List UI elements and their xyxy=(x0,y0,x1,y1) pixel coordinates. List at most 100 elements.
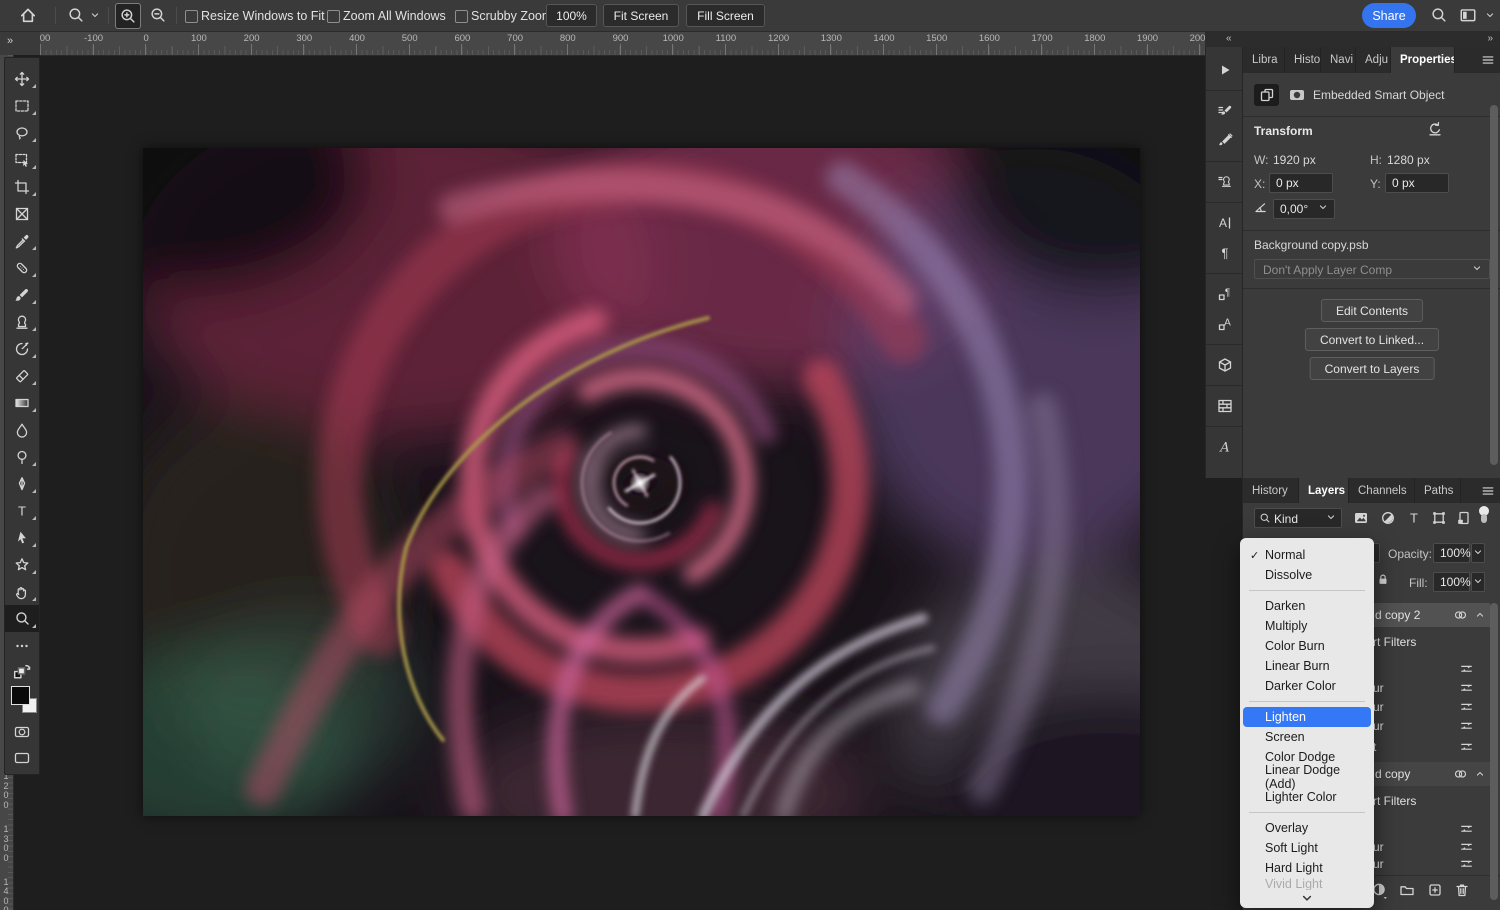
brush-tool[interactable] xyxy=(5,281,39,308)
eyedropper-tool[interactable] xyxy=(5,227,39,254)
blend-mode-item-color-burn[interactable]: Color Burn xyxy=(1243,636,1371,656)
delete-layer-button[interactable] xyxy=(1454,882,1470,898)
blend-mode-item-vivid-light[interactable]: Vivid Light xyxy=(1243,878,1371,890)
zoom-level-field[interactable]: 100% xyxy=(546,4,597,27)
collapse-chevron-icon[interactable] xyxy=(1474,768,1486,780)
edit-contents-button[interactable]: Edit Contents xyxy=(1321,299,1423,322)
zoom-tool[interactable] xyxy=(5,605,39,632)
blend-mode-item-lighter-color[interactable]: Lighter Color xyxy=(1243,787,1371,807)
brush-settings-panel-icon[interactable] xyxy=(1206,96,1243,126)
path-selection-tool[interactable] xyxy=(5,524,39,551)
reset-transform-icon[interactable] xyxy=(1427,121,1443,137)
pattern-preview-panel-icon[interactable] xyxy=(1206,391,1243,421)
paragraph-panel-icon[interactable]: ¶ xyxy=(1206,238,1243,268)
character-styles-panel-icon[interactable]: A xyxy=(1206,309,1243,339)
crop-tool[interactable] xyxy=(5,173,39,200)
tab-history[interactable]: History xyxy=(1243,478,1299,503)
menu-scroll-down[interactable] xyxy=(1240,890,1374,905)
tab-channels[interactable]: Channels xyxy=(1349,478,1415,503)
new-layer-button[interactable] xyxy=(1427,882,1443,898)
convert-to-linked-button[interactable]: Convert to Linked... xyxy=(1305,328,1439,351)
opacity-field[interactable]: 100% xyxy=(1433,543,1470,563)
mask-icon[interactable] xyxy=(1284,84,1309,106)
layers-scrollbar[interactable] xyxy=(1490,603,1498,900)
properties-scrollbar[interactable] xyxy=(1490,105,1498,465)
smart-filter-badge-icon[interactable] xyxy=(1453,608,1468,622)
lasso-tool[interactable] xyxy=(5,119,39,146)
blend-mode-item-overlay[interactable]: Overlay xyxy=(1243,818,1371,838)
fill-screen-button[interactable]: Fill Screen xyxy=(686,4,765,27)
object-selection-tool[interactable] xyxy=(5,146,39,173)
blend-mode-item-darken[interactable]: Darken xyxy=(1243,596,1371,616)
convert-to-layers-button[interactable]: Convert to Layers xyxy=(1310,357,1435,380)
new-group-button[interactable] xyxy=(1399,882,1415,898)
character-panel-icon[interactable]: A xyxy=(1206,208,1243,238)
tab-layers[interactable]: Layers xyxy=(1299,478,1349,503)
y-field[interactable]: 0 px xyxy=(1385,173,1449,193)
blend-mode-item-soft-light[interactable]: Soft Light xyxy=(1243,838,1371,858)
tool-preset-chevron-icon[interactable] xyxy=(88,3,102,27)
fill-field[interactable]: 100% xyxy=(1433,572,1470,592)
clone-stamp-tool[interactable] xyxy=(5,308,39,335)
filter-adjustment-button[interactable] xyxy=(1380,510,1396,526)
checkbox-scrubby-zoom[interactable] xyxy=(455,10,468,23)
swap-colors-icon[interactable] xyxy=(13,662,31,680)
blend-mode-item-screen[interactable]: Screen xyxy=(1243,727,1371,747)
tab-libra[interactable]: Libra xyxy=(1243,47,1285,73)
search-icon[interactable] xyxy=(1427,3,1451,27)
blend-mode-item-linear-dodge-add-[interactable]: Linear Dodge (Add) xyxy=(1243,767,1371,787)
actions-panel-icon[interactable] xyxy=(1206,55,1243,85)
eraser-tool[interactable] xyxy=(5,362,39,389)
layer-filter-kind-select[interactable]: Kind xyxy=(1254,508,1342,528)
filter-pin-toggle[interactable] xyxy=(1479,506,1489,523)
history-brush-tool[interactable] xyxy=(5,335,39,362)
workspace-icon[interactable] xyxy=(1456,3,1480,27)
frame-tool[interactable] xyxy=(5,200,39,227)
collapse-chevron-icon[interactable] xyxy=(1474,609,1486,621)
filter-blending-options-icon[interactable] xyxy=(1459,700,1474,714)
opacity-chevron-button[interactable] xyxy=(1471,543,1485,563)
blend-mode-item-lighten[interactable]: Lighten xyxy=(1243,707,1371,727)
custom-shape-tool[interactable] xyxy=(5,551,39,578)
layer-comp-select[interactable]: Don't Apply Layer Comp xyxy=(1254,259,1490,279)
tab-histo[interactable]: Histo xyxy=(1285,47,1321,73)
pen-tool[interactable] xyxy=(5,470,39,497)
spot-healing-brush-tool[interactable] xyxy=(5,254,39,281)
filter-shape-button[interactable] xyxy=(1431,510,1447,526)
checkbox-zoom-all-windows[interactable] xyxy=(327,10,340,23)
blend-mode-item-dissolve[interactable]: Dissolve xyxy=(1243,565,1371,585)
zoom-tool-icon[interactable] xyxy=(63,3,89,27)
blend-mode-item-normal[interactable]: ✓Normal xyxy=(1243,545,1371,565)
blend-mode-item-multiply[interactable]: Multiply xyxy=(1243,616,1371,636)
filter-type-button[interactable]: T xyxy=(1406,510,1422,526)
fit-screen-button[interactable]: Fit Screen xyxy=(603,4,679,27)
lock-icon[interactable] xyxy=(1376,572,1390,587)
3d-panel-icon[interactable] xyxy=(1206,350,1243,380)
zoom-out-button[interactable] xyxy=(146,3,170,27)
smart-filter-badge-icon[interactable] xyxy=(1453,767,1468,781)
screen-mode-icon[interactable] xyxy=(13,750,31,766)
move-tool[interactable] xyxy=(5,65,39,92)
glyphs-panel-icon[interactable]: A xyxy=(1206,432,1243,462)
panel-menu-icon[interactable] xyxy=(1475,47,1500,73)
workspace-chevron-icon[interactable] xyxy=(1482,3,1498,27)
tab-adju[interactable]: Adju xyxy=(1356,47,1391,73)
quick-mask-icon[interactable] xyxy=(13,724,31,740)
filter-blending-options-icon[interactable] xyxy=(1459,719,1474,733)
smart-object-icon[interactable] xyxy=(1254,84,1279,106)
home-button[interactable] xyxy=(15,3,41,27)
filter-image-button[interactable] xyxy=(1353,510,1369,526)
fill-chevron-button[interactable] xyxy=(1471,572,1485,592)
filter-blending-options-icon[interactable] xyxy=(1459,681,1474,695)
zoom-in-button[interactable] xyxy=(115,3,141,29)
checkbox-resize-windows-to-fit[interactable] xyxy=(185,10,198,23)
x-field[interactable]: 0 px xyxy=(1269,173,1333,193)
collapse-panels-icon[interactable]: « xyxy=(1226,33,1232,44)
edit-toolbar[interactable] xyxy=(5,632,39,659)
paragraph-styles-panel-icon[interactable]: ¶ xyxy=(1206,279,1243,309)
brushes-panel-icon[interactable] xyxy=(1206,126,1243,156)
type-tool[interactable]: T xyxy=(5,497,39,524)
panel-menu-icon[interactable] xyxy=(1475,478,1500,503)
foreground-color-swatch[interactable] xyxy=(11,686,30,705)
hand-tool[interactable] xyxy=(5,578,39,605)
